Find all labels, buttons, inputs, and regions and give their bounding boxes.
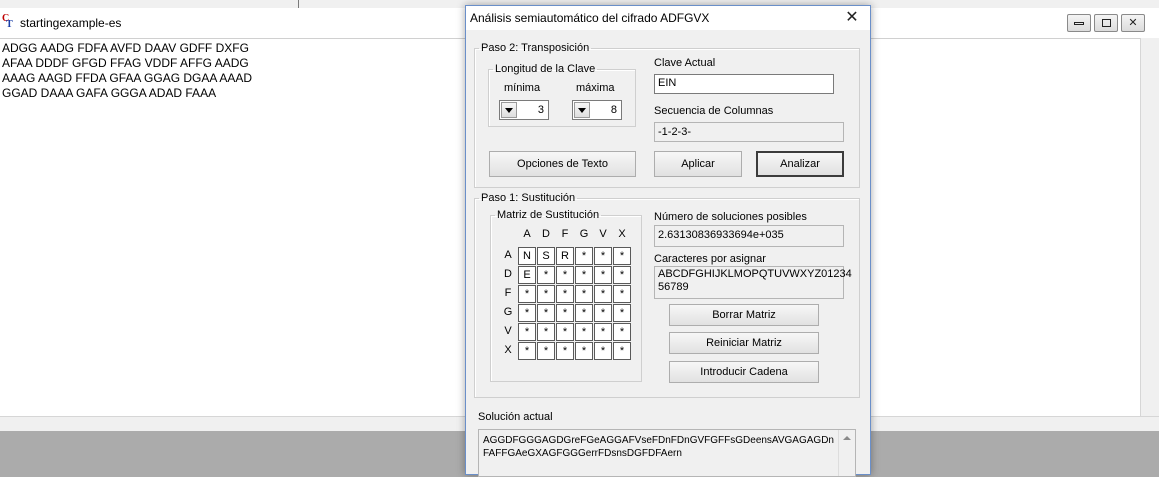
caracteres-line: ABCDFGHIJKLMOPQTUVWXYZ01234: [658, 268, 852, 280]
adfgvx-analysis-dialog: Análisis semiautomático del cifrado ADFG…: [465, 5, 871, 477]
opciones-texto-button[interactable]: Opciones de Texto: [489, 151, 636, 177]
paso1-legend: Paso 1: Sustitución: [481, 192, 576, 204]
matriz-legend: Matriz de Sustitución: [497, 209, 600, 221]
matrix-cell[interactable]: *: [537, 323, 555, 341]
matrix-cell[interactable]: *: [575, 247, 593, 265]
borrar-matriz-button[interactable]: Borrar Matriz: [669, 304, 819, 326]
minima-value: 3: [537, 104, 544, 116]
window-controls: ✕: [1067, 14, 1145, 32]
matrix-cell[interactable]: *: [613, 285, 631, 303]
matrix-row-header: F: [504, 287, 512, 299]
maxima-value: 8: [610, 104, 617, 116]
matrix-col-header: D: [542, 228, 550, 240]
matrix-cell[interactable]: N: [518, 247, 536, 265]
matrix-cell[interactable]: *: [537, 342, 555, 360]
dialog-title: Análisis semiautomático del cifrado ADFG…: [470, 11, 710, 25]
top-strip-separator: [298, 0, 299, 8]
matrix-col-header: G: [579, 228, 589, 240]
matrix-cell[interactable]: *: [575, 304, 593, 322]
paso2-legend: Paso 2: Transposición: [481, 42, 590, 54]
matrix-row-header: A: [504, 249, 512, 261]
matrix-cell[interactable]: *: [518, 342, 536, 360]
vertical-scrollbar[interactable]: [1140, 38, 1159, 416]
matrix-cell[interactable]: *: [575, 285, 593, 303]
matrix-cell[interactable]: *: [575, 342, 593, 360]
ciphertext-line: AAAG AAGD FFDA GFAA GGAG DGAA AAAD: [2, 71, 253, 85]
matrix-cell[interactable]: *: [556, 323, 574, 341]
solucion-value: AGGDFGGGAGDGreFGeAGGAFVseFDnFDnGVFGFFsGD…: [483, 435, 834, 459]
maxima-dropdown-icon[interactable]: [574, 102, 590, 118]
matrix-col-header: F: [561, 228, 569, 240]
num-soluciones-value: 2.63130836933694e+035: [654, 225, 844, 247]
minima-dropdown-icon[interactable]: [501, 102, 517, 118]
matrix-cell[interactable]: *: [537, 266, 555, 284]
matrix-row-header: X: [504, 344, 512, 356]
matrix-col-header: X: [618, 228, 626, 240]
matrix-cell[interactable]: *: [613, 342, 631, 360]
ciphertext-line: AFAA DDDF GFGD FFAG VDDF AFFG AADG: [2, 56, 249, 70]
matrix-cell[interactable]: E: [518, 266, 536, 284]
restore-icon[interactable]: [1094, 14, 1118, 32]
matrix-col-header: V: [599, 228, 607, 240]
analizar-button[interactable]: Analizar: [756, 151, 844, 177]
matrix-cell[interactable]: *: [594, 323, 612, 341]
matrix-row-header: V: [504, 325, 512, 337]
app-logo: CT: [2, 13, 13, 30]
solucion-textarea[interactable]: AGGDFGGGAGDGreFGeAGGAFVseFDnFDnGVFGFFsGD…: [478, 429, 856, 477]
minima-label: mínima: [504, 82, 541, 94]
ciphertext-line: ADGG AADG FDFA AVFD DAAV GDFF DXFG: [2, 41, 249, 55]
matrix-cell[interactable]: S: [537, 247, 555, 265]
matrix-cell[interactable]: *: [594, 342, 612, 360]
matrix-cell[interactable]: *: [518, 285, 536, 303]
matrix-cell[interactable]: *: [613, 323, 631, 341]
maxima-spinner[interactable]: 8: [572, 100, 622, 120]
solucion-label: Solución actual: [478, 411, 553, 423]
matrix-cell[interactable]: *: [556, 304, 574, 322]
matrix-row-header: D: [504, 268, 512, 280]
matrix-cell[interactable]: *: [575, 323, 593, 341]
matrix-cell[interactable]: *: [537, 285, 555, 303]
matrix-cell[interactable]: *: [556, 266, 574, 284]
caracteres-line: 56789: [658, 281, 689, 293]
matrix-cell[interactable]: *: [613, 266, 631, 284]
longitud-clave-legend: Longitud de la Clave: [495, 63, 596, 75]
matrix-cell[interactable]: *: [613, 247, 631, 265]
matrix-col-header: A: [523, 228, 531, 240]
matrix-cell[interactable]: *: [594, 266, 612, 284]
matrix-cell[interactable]: *: [518, 323, 536, 341]
dialog-titlebar: Análisis semiautomático del cifrado ADFG…: [466, 6, 870, 30]
matrix-row-header: G: [503, 306, 513, 318]
caracteres-box: ABCDFGHIJKLMOPQTUVWXYZ01234 56789: [654, 266, 852, 299]
num-soluciones-label: Número de soluciones posibles: [654, 211, 807, 223]
minimize-icon[interactable]: [1067, 14, 1091, 32]
matrix-cell[interactable]: *: [518, 304, 536, 322]
caracteres-label: Caracteres por asignar: [654, 253, 766, 265]
secuencia-label: Secuencia de Columnas: [654, 105, 774, 117]
matrix-cell[interactable]: *: [556, 285, 574, 303]
matrix-cell[interactable]: *: [537, 304, 555, 322]
secuencia-value: -1-2-3-: [654, 122, 844, 142]
matrix-cell[interactable]: R: [556, 247, 574, 265]
matrix-cell[interactable]: *: [613, 304, 631, 322]
matrix-cell[interactable]: *: [594, 304, 612, 322]
introducir-cadena-button[interactable]: Introducir Cadena: [669, 361, 819, 383]
matrix-cell[interactable]: *: [594, 247, 612, 265]
maxima-label: máxima: [576, 82, 615, 94]
matrix-cell[interactable]: *: [556, 342, 574, 360]
clave-actual-label: Clave Actual: [654, 57, 716, 69]
solucion-scrollbar[interactable]: [838, 430, 855, 476]
close-icon[interactable]: ✕: [1121, 14, 1145, 32]
clave-actual-input[interactable]: EIN: [654, 74, 834, 94]
background-window-title: startingexample-es: [20, 16, 122, 30]
reiniciar-matriz-button[interactable]: Reiniciar Matriz: [669, 332, 819, 354]
dialog-close-icon[interactable]: ✕: [842, 8, 862, 28]
matrix-cell[interactable]: *: [594, 285, 612, 303]
matrix-cell[interactable]: *: [575, 266, 593, 284]
minima-spinner[interactable]: 3: [499, 100, 549, 120]
ciphertext-line: GGAD DAAA GAFA GGGA ADAD FAAA: [2, 86, 217, 100]
aplicar-button[interactable]: Aplicar: [654, 151, 742, 177]
